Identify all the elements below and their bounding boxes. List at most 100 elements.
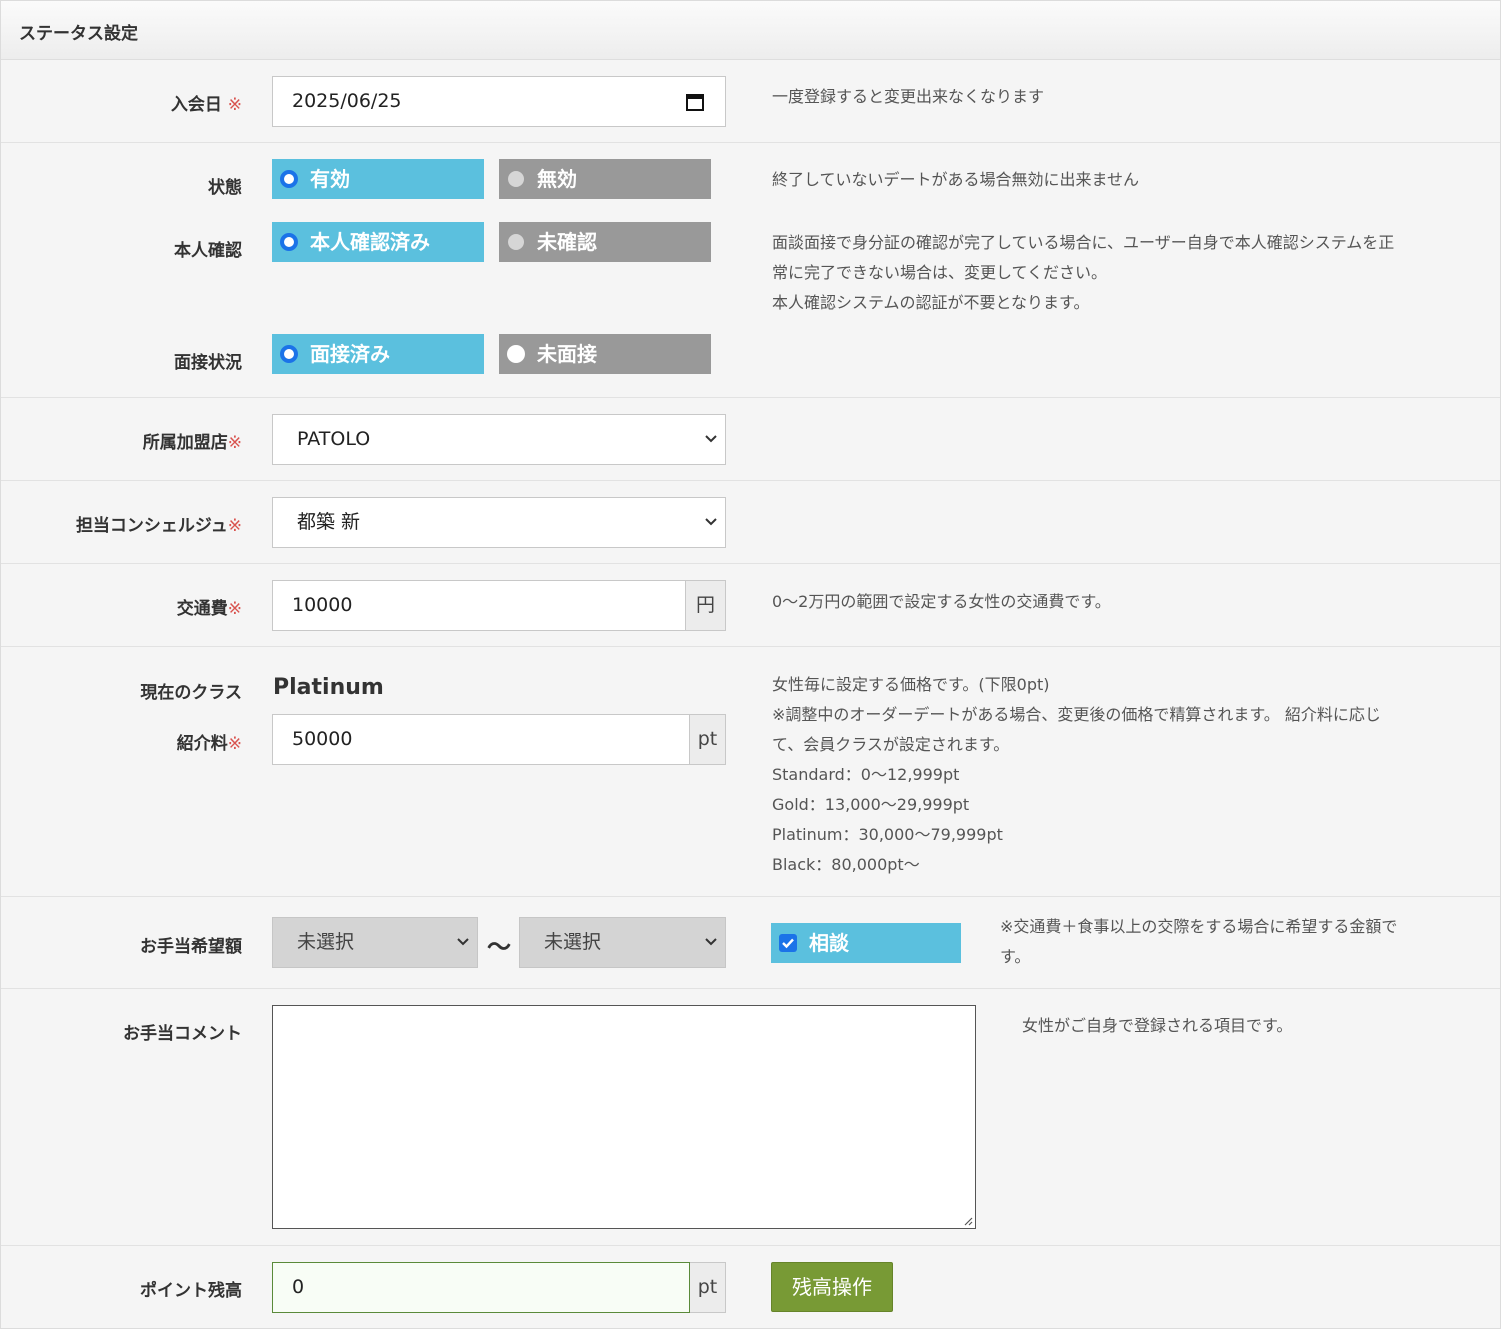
allowance-note-line: す。 [1000,947,1031,966]
allowance-comment-note: 女性がご自身で登録される項目です。 [1022,1016,1293,1035]
calendar-icon[interactable] [685,92,705,112]
radio-checked-icon[interactable] [280,345,298,363]
allowance-consult-checkbox[interactable]: 相談 [771,923,961,963]
fee-note-line: Gold：13,000〜29,999pt [772,795,970,814]
join-date-input[interactable]: 2025/06/25 [272,76,726,127]
transport-input[interactable]: 10000 [272,580,686,631]
fee-value: 50000 [292,728,353,750]
fee-label-text: 紹介料 [176,734,228,754]
allowance-comment-label: お手当コメント [123,1024,242,1044]
allowance-label: お手当希望額 [140,937,242,957]
fee-note-line: ※調整中のオーダーデートがある場合、変更後の価格で精算されます。 紹介料に応じ [772,705,1381,724]
row-store: 所属加盟店※ PATOLO [1,398,1500,481]
status-option-active-label: 有効 [310,167,350,191]
transport-note: 0〜2万円の範囲で設定する女性の交通費です。 [772,592,1111,611]
identity-label: 本人確認 [174,241,242,261]
resize-handle-icon[interactable] [963,1216,973,1226]
concierge-label: 担当コンシェルジュ※ [76,511,242,536]
fee-note-line: Standard：0〜12,999pt [772,765,960,784]
fee-note-line: 女性毎に設定する価格です。(下限0pt) [772,675,1050,694]
balance-operation-button[interactable]: 残高操作 [771,1262,893,1312]
points-unit: pt [690,1262,726,1313]
identity-option-unverified-label: 未確認 [537,230,597,254]
store-select[interactable]: PATOLO [272,414,726,465]
row-allowance: お手当希望額 未選択 〜 未選択 相談 ※交通費＋食事以上の交際をする場合に希望… [1,897,1500,989]
identity-note-line: 面談面接で身分証の確認が完了している場合に、ユーザー自身で本人確認システムを正 [772,233,1395,252]
interview-label: 面接状況 [174,353,242,373]
radio-checked-icon[interactable] [280,233,298,251]
allowance-note-line: ※交通費＋食事以上の交際をする場合に希望する金額で [1000,917,1398,936]
identity-option-verified[interactable]: 本人確認済み [272,222,484,262]
required-mark: ※ [227,433,242,453]
row-transport: 交通費※ 10000 円 0〜2万円の範囲で設定する女性の交通費です。 [1,564,1500,647]
current-class-label: 現在のクラス [140,683,242,703]
identity-note-line: 本人確認システムの認証が不要となります。 [772,293,1090,312]
concierge-select-value: 都築 新 [297,511,361,533]
fee-unit: pt [690,714,726,765]
interview-option-done[interactable]: 面接済み [272,334,484,374]
transport-unit: 円 [686,580,726,631]
fee-note-line: Black：80,000pt〜 [772,855,920,874]
transport-label-text: 交通費 [176,599,228,619]
allowance-from-value: 未選択 [297,931,355,953]
fee-note: 女性毎に設定する価格です。(下限0pt) ※調整中のオーダーデートがある場合、変… [772,670,1381,880]
interview-option-done-label: 面接済み [310,342,390,366]
join-date-note: 一度登録すると変更出来なくなります [772,87,1045,106]
points-input[interactable]: 0 [272,1262,690,1313]
status-option-inactive[interactable]: 無効 [499,159,711,199]
identity-note: 面談面接で身分証の確認が完了している場合に、ユーザー自身で本人確認システムを正 … [772,228,1394,318]
identity-option-unverified[interactable]: 未確認 [499,222,711,262]
identity-note-line: 常に完了できない場合は、変更してください。 [772,263,1108,282]
panel-header: ステータス設定 [1,1,1500,60]
row-concierge: 担当コンシェルジュ※ 都築 新 [1,481,1500,564]
join-date-label: 入会日 ※ [171,90,242,115]
concierge-label-text: 担当コンシェルジュ [75,516,228,536]
store-select-value: PATOLO [297,428,371,450]
status-option-inactive-label: 無効 [537,167,577,191]
required-mark: ※ [227,95,242,115]
row-join-date: 入会日 ※ 2025/06/25 一度登録すると変更出来なくなります [1,60,1500,143]
status-option-active[interactable]: 有効 [272,159,484,199]
allowance-from-select[interactable]: 未選択 [272,917,478,968]
radio-unchecked-icon[interactable] [507,345,525,363]
points-label: ポイント残高 [140,1281,242,1301]
chevron-down-icon [705,938,717,946]
join-date-label-text: 入会日 [170,95,222,115]
fee-input[interactable]: 50000 [272,714,690,765]
fee-label: 紹介料※ [177,729,242,754]
status-settings-panel: ステータス設定 入会日 ※ 2025/06/25 一度登録すると変更出来なくなり… [0,0,1501,1329]
chevron-down-icon [457,938,469,946]
fee-note-line: Platinum：30,000〜79,999pt [772,825,1003,844]
row-points: ポイント残高 0 pt 残高操作 [1,1246,1500,1328]
required-mark: ※ [227,599,242,619]
row-allowance-comment: お手当コメント 女性がご自身で登録される項目です。 [1,989,1500,1246]
store-label: 所属加盟店※ [143,428,242,453]
join-date-value: 2025/06/25 [292,90,402,112]
radio-unchecked-icon[interactable] [508,234,524,250]
fee-note-line: て、会員クラスが設定されます。 [772,735,1010,754]
required-mark: ※ [227,734,242,754]
allowance-range-separator: 〜 [487,933,511,961]
chevron-down-icon [705,435,717,443]
allowance-note: ※交通費＋食事以上の交際をする場合に希望する金額で す。 [1000,912,1397,972]
points-value: 0 [292,1276,305,1298]
radio-unchecked-icon[interactable] [508,171,524,187]
current-class-value: Platinum [273,675,384,700]
interview-option-not-done[interactable]: 未面接 [499,334,711,374]
allowance-consult-label: 相談 [809,931,849,955]
allowance-to-value: 未選択 [544,931,602,953]
row-class-fee: 現在のクラス Platinum 紹介料※ 50000 pt 女性毎に設定する価格… [1,647,1500,897]
transport-label: 交通費※ [177,594,242,619]
panel-title: ステータス設定 [19,24,138,44]
store-label-text: 所属加盟店 [142,433,228,453]
checkbox-checked-icon[interactable] [779,934,797,952]
allowance-comment-textarea[interactable] [272,1005,976,1229]
status-label: 状態 [208,178,242,198]
required-mark: ※ [227,516,242,536]
interview-option-not-done-label: 未面接 [537,342,597,366]
radio-checked-icon[interactable] [280,170,298,188]
identity-option-verified-label: 本人確認済み [310,230,430,254]
concierge-select[interactable]: 都築 新 [272,497,726,548]
row-status-group: 状態 有効 無効 終了していないデートがある場合無効に出来ません 本人確認 本人… [1,143,1500,398]
allowance-to-select[interactable]: 未選択 [519,917,726,968]
